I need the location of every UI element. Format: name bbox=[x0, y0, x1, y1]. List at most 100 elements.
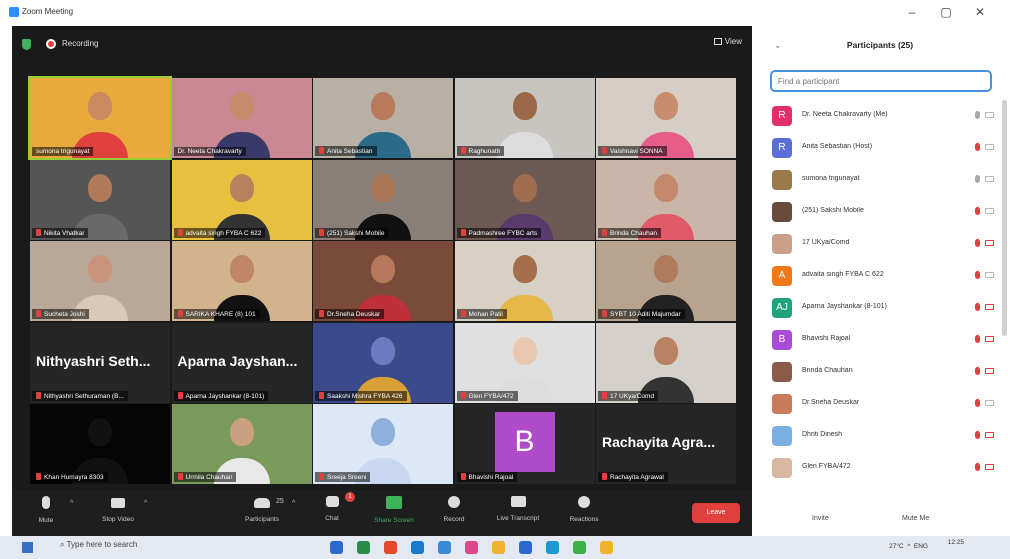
participant-row[interactable]: sumona trigunayat bbox=[770, 164, 998, 196]
minimize-button[interactable]: – bbox=[902, 5, 922, 19]
maximize-button[interactable]: ▢ bbox=[936, 5, 956, 19]
video-tile[interactable]: Rachayita Agra... Rachayita Agrawal bbox=[596, 404, 736, 484]
muted-mic-icon bbox=[975, 367, 980, 375]
participant-status-icons bbox=[975, 367, 994, 377]
taskbar-app-icon[interactable] bbox=[438, 541, 451, 554]
invite-button[interactable]: Invite bbox=[812, 515, 829, 522]
view-button[interactable]: View bbox=[713, 37, 742, 46]
taskbar-app-icon[interactable] bbox=[330, 541, 343, 554]
video-tile[interactable]: SARIKA KHARE (8) 101 bbox=[171, 241, 312, 321]
video-tile[interactable]: Padmashree FYBC arts bbox=[454, 159, 595, 240]
taskbar-app-icon[interactable] bbox=[492, 541, 505, 554]
video-tile[interactable]: Sucheta Joshi bbox=[30, 241, 170, 321]
leave-button[interactable]: Leave bbox=[692, 503, 740, 523]
tile-name-text: Khan Humayra 8303 bbox=[44, 474, 104, 481]
video-tile[interactable]: Saakshi Mishra FYBA 426 bbox=[313, 322, 453, 403]
tile-name-text: advaita singh FYBA C 622 bbox=[185, 229, 262, 237]
participant-row[interactable]: Dhriti Dinesh bbox=[770, 420, 998, 452]
video-tile[interactable]: Raghunath bbox=[454, 78, 595, 158]
windows-start-icon[interactable] bbox=[22, 542, 33, 553]
share-screen-button[interactable]: Share Screen bbox=[364, 496, 424, 524]
video-tile[interactable]: Sreeja Sreeni bbox=[313, 404, 453, 484]
video-tile[interactable]: advaita singh FYBA C 622 bbox=[171, 159, 312, 240]
participant-row[interactable]: R Dr. Neeta Chakravarty (Me) bbox=[770, 100, 998, 132]
video-tile[interactable]: 17 UKya/Comd bbox=[596, 322, 736, 403]
taskbar-app-icon[interactable] bbox=[519, 541, 532, 554]
participant-row[interactable]: Glen FYBA/472 bbox=[770, 452, 998, 484]
mute-button[interactable]: Mute bbox=[16, 496, 76, 524]
participants-scrollbar[interactable] bbox=[1002, 100, 1007, 336]
tile-name-text: Anita Sebastian bbox=[327, 148, 373, 155]
video-tile[interactable]: Dr.Sneha Deuskar bbox=[313, 241, 453, 321]
video-tile[interactable]: Dr. Neeta Chakravarty bbox=[171, 78, 312, 158]
participant-display-name: Nithyashri Seth... bbox=[36, 352, 151, 369]
video-tile[interactable]: Nikita Vhatkar bbox=[30, 159, 170, 240]
security-shield-icon[interactable] bbox=[22, 39, 31, 50]
video-tile[interactable]: Nithyashri Seth... Nithyashri Sethuraman … bbox=[30, 322, 170, 403]
tile-name-label: sumona trigunayat bbox=[32, 147, 94, 156]
video-tile[interactable]: Aparna Jayshan... Aparna Jayshankar (8-10… bbox=[171, 322, 312, 403]
participant-video-face bbox=[229, 255, 254, 283]
tile-name-text: Nikita Vhatkar bbox=[44, 229, 85, 237]
microphone-icon bbox=[42, 496, 50, 509]
taskbar-app-icon[interactable] bbox=[546, 541, 559, 554]
mute-me-button[interactable]: Mute Me bbox=[902, 515, 929, 522]
reactions-button[interactable]: Reactions bbox=[554, 496, 614, 523]
video-tile[interactable]: Khan Humayra 8303 bbox=[30, 404, 170, 484]
close-button[interactable]: ✕ bbox=[970, 5, 990, 19]
participant-avatar bbox=[772, 362, 792, 382]
taskbar-app-icon[interactable] bbox=[600, 541, 613, 554]
video-tile[interactable]: (251) Sakshi Mobile bbox=[313, 159, 453, 240]
participant-video-face bbox=[229, 173, 254, 202]
participant-row[interactable]: Brinda Chauhan bbox=[770, 356, 998, 388]
live-transcript-button[interactable]: Live Transcript bbox=[488, 496, 548, 522]
taskbar-app-icon[interactable] bbox=[384, 541, 397, 554]
participant-video-face bbox=[371, 173, 395, 202]
participant-row[interactable]: AJ Aparna Jayshankar (8-101) bbox=[770, 292, 998, 324]
video-camera-icon bbox=[985, 112, 994, 118]
tile-name-text: Glen FYBA/472 bbox=[468, 392, 514, 400]
find-participant-input[interactable] bbox=[770, 70, 992, 92]
participant-row[interactable]: 17 UKya/Comd bbox=[770, 228, 998, 260]
participant-name: Brinda Chauhan bbox=[802, 367, 853, 374]
live-transcript-label: Live Transcript bbox=[496, 515, 540, 522]
participant-status-icons bbox=[975, 207, 994, 217]
participant-row[interactable]: B Bhavishi Rajoal bbox=[770, 324, 998, 356]
record-button[interactable]: Record bbox=[424, 496, 484, 523]
participant-row[interactable]: Dr.Sneha Deuskar bbox=[770, 388, 998, 420]
taskbar-search-input[interactable]: ⌕ Type here to search bbox=[60, 540, 137, 550]
muted-mic-icon bbox=[36, 228, 41, 236]
video-tile[interactable]: Mohan Patil bbox=[454, 241, 595, 321]
window-title: Zoom Meeting bbox=[22, 7, 74, 16]
taskbar-clock[interactable]: 12:25 bbox=[948, 539, 964, 546]
video-tile[interactable]: SYBT 10 Aditi Majumdar bbox=[596, 241, 736, 321]
stop-video-button[interactable]: Stop Video bbox=[88, 496, 148, 523]
video-tile[interactable]: sumona trigunayat bbox=[28, 76, 172, 160]
participant-video-face bbox=[512, 336, 537, 365]
video-tile[interactable]: Brinda Chauhan bbox=[596, 159, 736, 240]
video-tile[interactable]: Glen FYBA/472 bbox=[454, 322, 595, 403]
participant-row[interactable]: R Anita Sebastian (Host) bbox=[770, 132, 998, 164]
taskbar-app-icon[interactable] bbox=[465, 541, 478, 554]
video-tile[interactable]: Anita Sebastian bbox=[313, 78, 453, 158]
muted-mic-icon bbox=[36, 391, 41, 399]
participants-options-chevron-icon[interactable]: ^ bbox=[292, 500, 295, 507]
video-tile[interactable]: B Bhavishi Rajoal bbox=[454, 404, 595, 484]
video-tile[interactable]: Urmila Chauhan bbox=[171, 404, 312, 484]
muted-mic-icon bbox=[177, 391, 183, 399]
participant-row[interactable]: (251) Sakshi Mobile bbox=[770, 196, 998, 228]
tile-name-label: Anita Sebastian bbox=[315, 146, 377, 156]
taskbar-app-icon[interactable] bbox=[357, 541, 370, 554]
taskbar-app-icon[interactable] bbox=[411, 541, 424, 554]
participant-row[interactable]: Aadvaita singh FYBA C 622 bbox=[770, 260, 998, 292]
participant-video-face bbox=[371, 92, 395, 120]
participants-icon bbox=[254, 498, 270, 508]
audio-options-chevron-icon[interactable]: ^ bbox=[70, 500, 73, 507]
muted-mic-icon bbox=[602, 310, 607, 317]
video-options-chevron-icon[interactable]: ^ bbox=[144, 500, 147, 507]
video-tile[interactable]: Vaishnavi SONNA bbox=[596, 78, 736, 158]
muted-mic-icon bbox=[319, 228, 324, 236]
participant-video-face bbox=[654, 173, 678, 202]
taskbar-app-icon[interactable] bbox=[573, 541, 586, 554]
participant-avatar bbox=[772, 426, 792, 446]
